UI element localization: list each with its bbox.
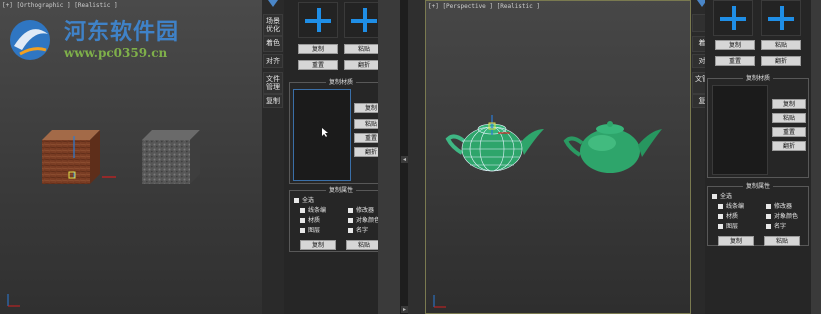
copy-material-title: 复制材质 <box>742 75 773 82</box>
left-viewport-label[interactable]: [+] [Orthographic ] [Realistic ] <box>2 2 118 9</box>
panel-scroll-track <box>811 0 821 314</box>
tab-shading[interactable]: 着色 <box>263 36 283 52</box>
option-checkbox[interactable]: 名字 <box>348 227 368 235</box>
material-reset-button[interactable]: 重置 <box>772 127 806 137</box>
panel-scroll-track <box>378 0 400 314</box>
copy-attributes-group: 复制属性 全选 线条编 材质 图层 修改器 对象颜色 名字 复制 粘贴 <box>707 183 809 246</box>
axis-gizmo-icon <box>7 294 20 307</box>
option-checkbox[interactable]: 名字 <box>766 223 786 231</box>
right-tool-panel: 复制 粘贴 重置 翻折 复制材质 复制 粘贴 重置 翻折 复制属性 全选 线条编… <box>705 0 811 314</box>
right-viewport[interactable]: [+] [Perspective ] [Realistic ] <box>425 0 691 314</box>
material-paste-button[interactable]: 粘贴 <box>772 113 806 123</box>
option-checkbox[interactable]: 对象颜色 <box>348 217 380 225</box>
option-checkbox[interactable]: 材质 <box>718 213 738 221</box>
option-checkbox[interactable]: 线条编 <box>718 203 744 211</box>
left-tab-column: 场景优化 着色 对齐 文件管理 复制 <box>262 0 284 314</box>
shield-icon <box>268 0 278 7</box>
reset-button[interactable]: 重置 <box>298 60 338 70</box>
scroll-down-icon[interactable]: ▸ <box>401 306 408 313</box>
option-checkbox[interactable]: 修改器 <box>766 203 792 211</box>
material-flip-button[interactable]: 翻折 <box>772 141 806 151</box>
left-viewport[interactable]: [+] [Orthographic ] [Realistic ] 河东软件园 w… <box>0 0 262 314</box>
copy-attributes-title: 复制属性 <box>325 187 356 194</box>
material-copy-button[interactable]: 复制 <box>772 99 806 109</box>
attr-paste-button[interactable]: 粘贴 <box>764 236 800 246</box>
option-checkbox[interactable]: 修改器 <box>348 207 374 215</box>
stone-box-object[interactable] <box>138 128 212 190</box>
teapot-wireframe-object[interactable] <box>444 113 554 175</box>
flip-button[interactable]: 翻折 <box>761 56 801 66</box>
copy-attributes-title: 复制属性 <box>742 183 773 190</box>
attr-paste-button[interactable]: 粘贴 <box>346 240 382 250</box>
option-checkbox[interactable]: 图层 <box>718 223 738 231</box>
copy-material-title: 复制材质 <box>325 79 356 86</box>
material-preview[interactable] <box>293 89 351 181</box>
attr-copy-button[interactable]: 复制 <box>718 236 754 246</box>
collapse-arrow-icon[interactable]: ◂ <box>401 156 408 163</box>
copy-button[interactable]: 复制 <box>298 44 338 54</box>
option-checkbox[interactable]: 图层 <box>300 227 320 235</box>
mouse-cursor-icon <box>322 128 328 137</box>
option-checkbox[interactable]: 材质 <box>300 217 320 225</box>
copy-button[interactable]: 复制 <box>715 40 755 50</box>
right-viewport-label[interactable]: [+] [Perspective ] [Realistic ] <box>428 3 540 10</box>
material-preview[interactable] <box>712 85 768 175</box>
axis-gizmo-icon <box>433 295 446 308</box>
option-checkbox[interactable]: 线条编 <box>300 207 326 215</box>
watermark-title: 河东软件园 <box>64 19 180 45</box>
add-large-icon[interactable] <box>298 2 338 38</box>
tab-copy[interactable]: 复制 <box>263 94 283 108</box>
tab-scene-optimize[interactable]: 场景优化 <box>263 14 283 36</box>
watermark-logo-icon <box>10 20 50 60</box>
add-large-icon[interactable] <box>713 0 753 36</box>
reset-button[interactable]: 重置 <box>715 56 755 66</box>
teapot-solid-object[interactable] <box>562 115 672 177</box>
select-all-checkbox[interactable]: 全选 <box>712 193 732 201</box>
select-all-checkbox[interactable]: 全选 <box>294 197 314 205</box>
watermark-url: www.pc0359.cn <box>64 46 168 60</box>
option-checkbox[interactable]: 对象颜色 <box>766 213 798 221</box>
tab-file-manage[interactable]: 文件管理 <box>263 72 283 94</box>
copy-material-group: 复制材质 复制 粘贴 重置 翻折 <box>707 75 809 178</box>
attr-copy-button[interactable]: 复制 <box>300 240 336 250</box>
paste-button[interactable]: 粘贴 <box>761 40 801 50</box>
viewport-gutter <box>408 0 425 314</box>
wood-box-object[interactable] <box>38 128 118 190</box>
add-large-icon[interactable] <box>761 0 801 36</box>
tab-align[interactable]: 对齐 <box>263 54 283 68</box>
